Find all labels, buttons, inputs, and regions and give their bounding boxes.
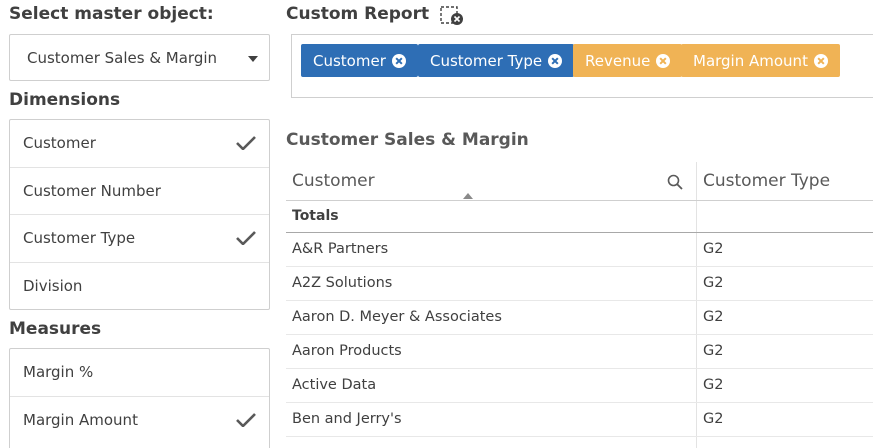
column-header-customer-type[interactable]: Customer Type	[703, 171, 830, 191]
dimension-item-customer-number[interactable]: Customer Number	[10, 168, 269, 215]
table-row[interactable]: Ben and Jerry's G2	[286, 403, 873, 437]
dimension-item-division[interactable]: Division	[10, 263, 269, 310]
table-row[interactable]: Active Data G2	[286, 369, 873, 403]
chip-label: Margin Amount	[693, 51, 808, 70]
column-header-customer[interactable]: Customer	[292, 171, 375, 191]
data-table: Customer Customer Type Totals A&R Partne…	[286, 162, 873, 448]
left-panel: Select master object: Customer Sales & M…	[9, 0, 270, 448]
chip-label: Customer Type	[430, 51, 543, 70]
close-circle-icon[interactable]	[813, 53, 828, 68]
table-row[interactable]: Aaron D. Meyer & Associates G2	[286, 301, 873, 335]
checkmark-icon	[236, 231, 256, 245]
table-row[interactable]: Aaron Products G2	[286, 335, 873, 369]
customer-type-cell: G2	[703, 377, 724, 393]
chip-revenue[interactable]: Revenue	[573, 44, 683, 77]
dimensions-heading: Dimensions	[9, 90, 121, 110]
dimension-label: Customer Type	[23, 229, 136, 247]
dimension-item-customer[interactable]: Customer	[10, 120, 269, 168]
customer-type-cell: G2	[703, 309, 724, 325]
customer-type-cell: G2	[703, 275, 724, 291]
search-icon[interactable]	[667, 174, 683, 190]
chip-margin-amount[interactable]: Margin Amount	[681, 44, 840, 77]
chip-customer-type[interactable]: Customer Type	[418, 44, 575, 77]
chip-label: Revenue	[585, 51, 651, 70]
table-header: Customer Customer Type	[286, 162, 873, 201]
measure-label: Margin Amount	[23, 410, 138, 429]
select-master-heading: Select master object:	[9, 4, 214, 24]
customer-type-cell: G2	[703, 241, 724, 257]
dimension-label: Division	[23, 276, 83, 295]
dimension-label: Customer	[23, 134, 96, 152]
custom-report-title: Custom Report	[286, 4, 430, 24]
customer-type-cell: G2	[703, 343, 724, 359]
measure-item-margin-amount[interactable]: Margin Amount	[10, 397, 269, 445]
checkmark-icon	[236, 136, 256, 150]
close-circle-icon[interactable]	[548, 53, 563, 68]
customer-type-cell: G2	[703, 411, 724, 427]
selected-master-object: Customer Sales & Margin	[27, 49, 218, 67]
table-row[interactable]: A2Z Solutions G2	[286, 267, 873, 301]
customer-cell: Aaron Products	[292, 343, 402, 359]
dimension-item-customer-type[interactable]: Customer Type	[10, 215, 269, 263]
table-title: Customer Sales & Margin	[286, 130, 529, 150]
measures-list: Margin % Margin Amount	[9, 348, 270, 448]
customer-cell: Ben and Jerry's	[292, 411, 402, 427]
master-object-select[interactable]: Customer Sales & Margin	[9, 34, 270, 81]
customer-cell: A2Z Solutions	[292, 275, 393, 291]
close-circle-icon[interactable]	[391, 53, 406, 68]
chip-label: Customer	[313, 51, 386, 70]
totals-row: Totals	[286, 201, 873, 233]
dimensions-list: Customer Customer Number Customer Type D…	[9, 119, 270, 310]
checkmark-icon	[236, 412, 256, 427]
chip-customer[interactable]: Customer	[301, 44, 418, 77]
chevron-down-icon	[248, 56, 258, 62]
clear-selection-icon[interactable]	[440, 6, 464, 26]
report-fields-box: Customer Customer Type Revenue Margin Am…	[291, 34, 873, 98]
measure-item-margin-percent[interactable]: Margin %	[10, 349, 269, 397]
measures-heading: Measures	[9, 319, 102, 339]
customer-cell: A&R Partners	[292, 241, 389, 257]
sort-ascending-icon	[463, 193, 473, 199]
totals-label: Totals	[292, 208, 339, 224]
customer-cell: Active Data	[292, 377, 377, 393]
table-row[interactable]: A&R Partners G2	[286, 233, 873, 267]
dimension-label: Customer Number	[23, 181, 161, 200]
customer-cell: Aaron D. Meyer & Associates	[292, 309, 502, 325]
close-circle-icon[interactable]	[656, 53, 671, 68]
measure-label: Margin %	[23, 363, 94, 381]
